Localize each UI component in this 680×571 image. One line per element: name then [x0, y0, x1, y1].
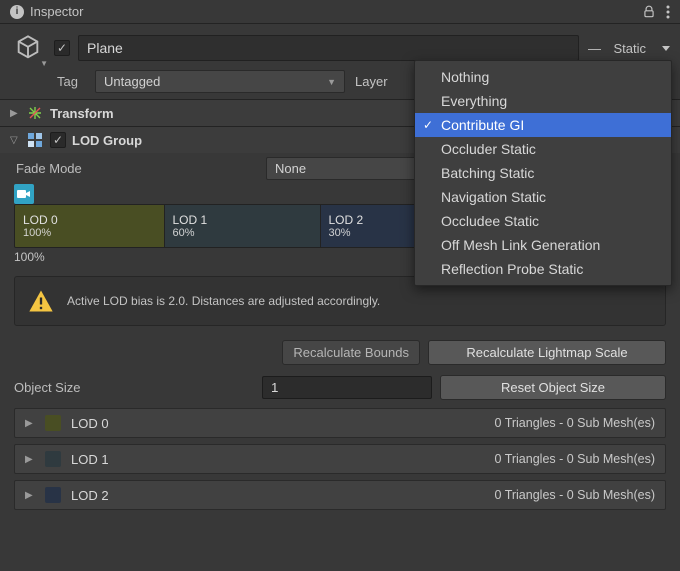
- menu-item-batching-static[interactable]: Batching Static: [415, 161, 671, 185]
- menu-item-navigation-static[interactable]: Navigation Static: [415, 185, 671, 209]
- lod-item-0[interactable]: ▶ LOD 0 0 Triangles - 0 Sub Mesh(es): [14, 408, 666, 438]
- lodgroup-enabled-checkbox[interactable]: [50, 132, 66, 148]
- inspector-titlebar: i Inspector: [0, 0, 680, 24]
- tag-select[interactable]: Untagged▼: [95, 70, 345, 93]
- menu-item-occludee-static[interactable]: Occludee Static: [415, 209, 671, 233]
- overrides-icon[interactable]: —: [587, 41, 601, 56]
- camera-icon[interactable]: [14, 184, 34, 204]
- static-dropdown-toggle[interactable]: [662, 46, 670, 51]
- lod-swatch-2: [45, 487, 61, 503]
- info-icon: i: [10, 5, 24, 19]
- object-size-row: Object Size Reset Object Size: [0, 373, 680, 408]
- banner-text: Active LOD bias is 2.0. Distances are ad…: [67, 294, 380, 308]
- lod-item-2[interactable]: ▶ LOD 2 0 Triangles - 0 Sub Mesh(es): [14, 480, 666, 510]
- foldout-icon: ▶: [10, 108, 20, 119]
- enabled-checkbox[interactable]: [54, 40, 70, 56]
- reset-object-size-button[interactable]: Reset Object Size: [440, 375, 666, 400]
- kebab-icon[interactable]: [666, 5, 670, 19]
- lod-seg-1[interactable]: LOD 1 60%: [165, 205, 321, 247]
- transform-title: Transform: [50, 106, 114, 121]
- foldout-icon: ▶: [25, 454, 35, 465]
- static-flags-menu[interactable]: Nothing Everything Contribute GI Occlude…: [414, 60, 672, 286]
- menu-item-off-mesh-link[interactable]: Off Mesh Link Generation: [415, 233, 671, 257]
- tag-label: Tag: [57, 74, 85, 89]
- lodgroup-title: LOD Group: [72, 133, 142, 148]
- fade-mode-value: None: [275, 161, 306, 176]
- recalculate-bounds-button[interactable]: Recalculate Bounds: [282, 340, 420, 365]
- static-label: Static: [609, 41, 650, 56]
- fade-mode-label: Fade Mode: [16, 161, 256, 176]
- recalc-row: Recalculate Bounds Recalculate Lightmap …: [0, 336, 680, 373]
- foldout-icon: ▽: [10, 135, 20, 146]
- transform-icon: [26, 104, 44, 122]
- lod-item-1[interactable]: ▶ LOD 1 0 Triangles - 0 Sub Mesh(es): [14, 444, 666, 474]
- recalculate-lightmap-button[interactable]: Recalculate Lightmap Scale: [428, 340, 666, 365]
- layer-label: Layer: [355, 74, 395, 89]
- lod-swatch-1: [45, 451, 61, 467]
- lod-seg-0[interactable]: LOD 0 100%: [15, 205, 165, 247]
- object-size-input[interactable]: [262, 376, 432, 399]
- warning-icon: [27, 287, 55, 315]
- menu-item-everything[interactable]: Everything: [415, 89, 671, 113]
- panel-title: Inspector: [30, 4, 83, 19]
- foldout-icon: ▶: [25, 418, 35, 429]
- tag-value: Untagged: [104, 74, 160, 89]
- chevron-down-icon: ▼: [40, 59, 48, 68]
- menu-item-contribute-gi[interactable]: Contribute GI: [415, 113, 671, 137]
- menu-item-occluder-static[interactable]: Occluder Static: [415, 137, 671, 161]
- object-size-label: Object Size: [14, 380, 254, 395]
- gameobject-icon[interactable]: ▼: [10, 30, 46, 66]
- gameobject-name-input[interactable]: [78, 35, 579, 61]
- lock-icon[interactable]: [642, 5, 656, 19]
- menu-item-nothing[interactable]: Nothing: [415, 65, 671, 89]
- lodgroup-icon: [26, 131, 44, 149]
- lod-swatch-0: [45, 415, 61, 431]
- foldout-icon: ▶: [25, 490, 35, 501]
- menu-item-reflection-probe-static[interactable]: Reflection Probe Static: [415, 257, 671, 281]
